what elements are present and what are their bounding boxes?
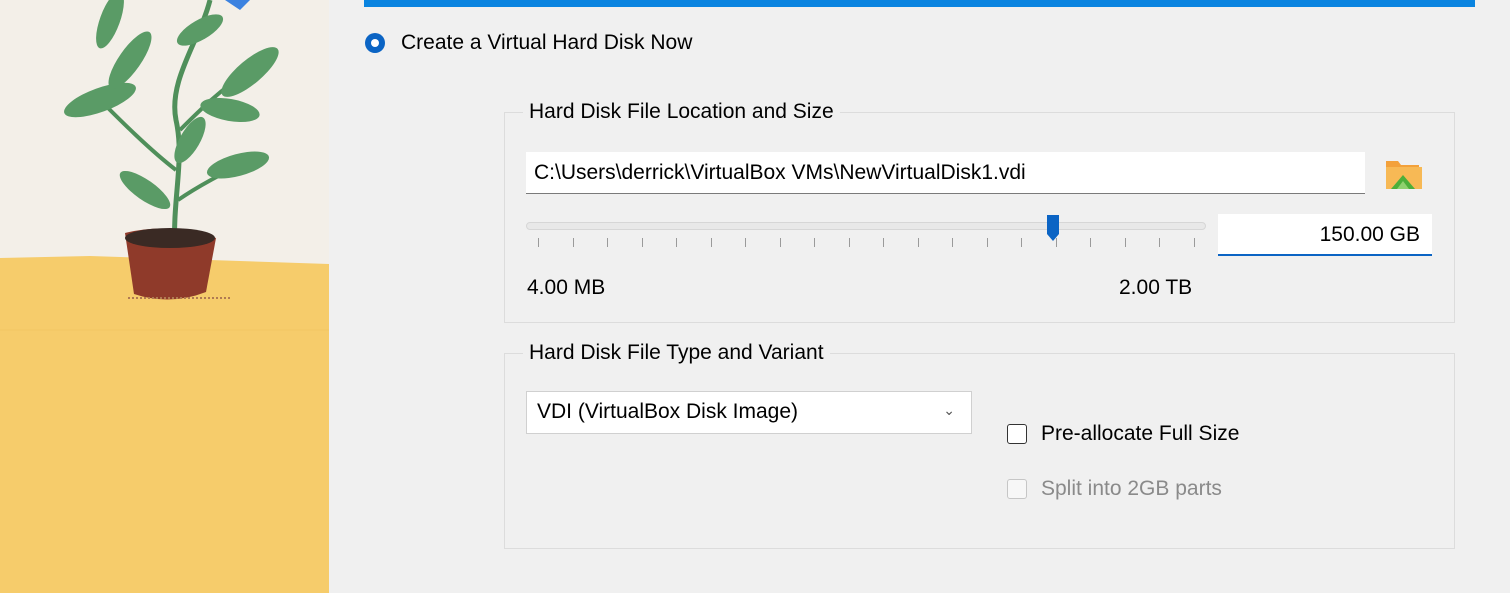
slider-tick: [883, 238, 885, 247]
slider-min-label: 4.00 MB: [527, 276, 606, 299]
slider-tick: [1021, 238, 1023, 247]
disk-format-value: VDI (VirtualBox Disk Image): [537, 400, 799, 423]
header-accent-bar: [364, 0, 1475, 7]
disk-path-input[interactable]: C:\Users\derrick\VirtualBox VMs\NewVirtu…: [526, 152, 1365, 194]
split-label: Split into 2GB parts: [1041, 477, 1222, 500]
slider-max-label: 2.00 TB: [1119, 276, 1193, 299]
slider-tick: [814, 238, 816, 247]
disk-size-slider[interactable]: [526, 214, 1208, 254]
slider-tick: [1090, 238, 1092, 247]
slider-tick: [952, 238, 954, 247]
slider-tick: [676, 238, 678, 247]
slider-tick: [607, 238, 609, 247]
slider-tick: [779, 238, 781, 247]
slider-tick: [848, 238, 850, 247]
create-disk-label: Create a Virtual Hard Disk Now: [401, 31, 693, 54]
type-variant-group: Hard Disk File Type and Variant: [504, 340, 1455, 549]
slider-tick: [745, 238, 747, 247]
slider-tick: [917, 238, 919, 247]
slider-thumb[interactable]: [1046, 214, 1060, 242]
split-checkbox: [1007, 479, 1027, 499]
wizard-illustration: [0, 0, 329, 593]
disk-format-select[interactable]: VDI (VirtualBox Disk Image) ⌄: [526, 391, 972, 434]
split-option: Split into 2GB parts: [1007, 477, 1222, 501]
slider-tick: [1124, 238, 1126, 247]
folder-browse-icon: [1386, 161, 1422, 189]
slider-tick: [710, 238, 712, 247]
folder-browse-button[interactable]: [1383, 153, 1425, 195]
slider-tick: [572, 238, 574, 247]
create-disk-radio-option[interactable]: Create a Virtual Hard Disk Now: [365, 31, 692, 55]
preallocate-label: Pre-allocate Full Size: [1041, 422, 1240, 445]
slider-tick: [538, 238, 539, 247]
create-disk-radio[interactable]: [365, 33, 385, 53]
type-variant-group-title: Hard Disk File Type and Variant: [523, 340, 830, 366]
slider-tick: [641, 238, 643, 247]
disk-size-input[interactable]: 150.00 GB: [1218, 214, 1432, 256]
slider-tick: [1159, 238, 1161, 247]
plant-illustration: [0, 0, 329, 593]
location-size-group-title: Hard Disk File Location and Size: [523, 99, 840, 125]
slider-tick: [986, 238, 988, 247]
preallocate-checkbox[interactable]: [1007, 424, 1027, 444]
slider-tick: [1055, 238, 1057, 247]
chevron-down-icon: ⌄: [943, 402, 955, 418]
slider-tick: [1194, 238, 1195, 247]
slider-track: [526, 222, 1206, 230]
preallocate-option[interactable]: Pre-allocate Full Size: [1007, 422, 1239, 446]
